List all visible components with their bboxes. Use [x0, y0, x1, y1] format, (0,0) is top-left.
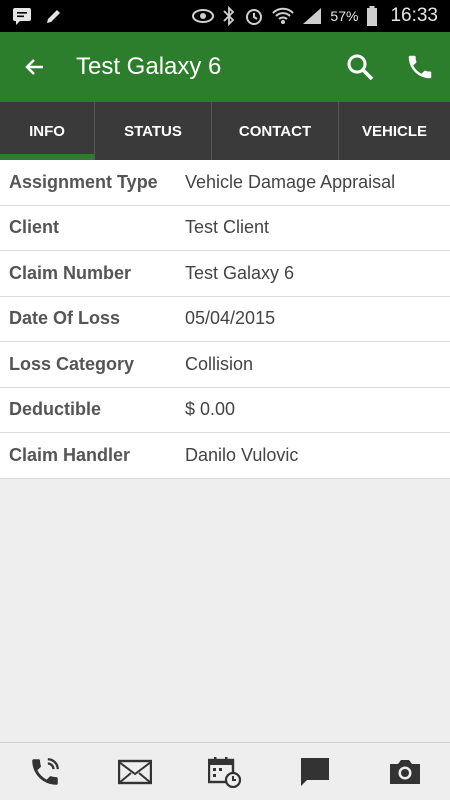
info-value: Collision	[185, 353, 254, 374]
email-action-button[interactable]	[105, 744, 165, 800]
info-row-assignment-type: Assignment Type Vehicle Damage Appraisal	[0, 160, 450, 206]
message-action-button[interactable]	[285, 744, 345, 800]
alarm-icon	[244, 6, 264, 26]
page-title: Test Galaxy 6	[76, 53, 222, 80]
camera-icon	[390, 759, 420, 784]
battery-percent: 57%	[330, 8, 359, 24]
camera-action-button[interactable]	[375, 744, 435, 800]
info-label: Assignment Type	[9, 171, 158, 192]
tab-info[interactable]: INFO	[0, 102, 95, 160]
bottom-action-bar	[0, 742, 450, 800]
search-icon	[347, 54, 374, 81]
email-icon	[118, 759, 152, 784]
wifi-icon	[272, 7, 295, 25]
info-row-claim-number: Claim Number Test Galaxy 6	[0, 251, 450, 297]
arrow-left-icon	[25, 59, 43, 75]
calendar-icon	[208, 756, 242, 788]
search-button[interactable]	[330, 32, 390, 102]
schedule-action-button[interactable]	[195, 744, 255, 800]
tab-contact[interactable]: CONTACT	[212, 102, 339, 160]
tab-bar: INFO STATUS CONTACT VEHICLE	[0, 102, 450, 160]
app-bar: Test Galaxy 6	[0, 32, 450, 102]
info-row-date-of-loss: Date Of Loss 05/04/2015	[0, 297, 450, 342]
info-label: Date Of Loss	[9, 308, 121, 329]
clock: 16:33	[390, 5, 438, 26]
battery-icon	[366, 6, 378, 26]
chat-notification-icon	[12, 6, 32, 26]
info-row-client: Client Test Client	[0, 206, 450, 251]
info-value: $ 0.00	[185, 399, 236, 420]
info-value: Vehicle Damage Appraisal	[185, 171, 396, 192]
call-button[interactable]	[390, 32, 450, 102]
info-value: Test Galaxy 6	[185, 262, 295, 283]
call-action-button[interactable]	[15, 744, 75, 800]
phone-icon	[408, 55, 432, 79]
info-row-claim-handler: Claim Handler Danilo Vulovic	[0, 433, 450, 479]
info-label: Loss Category	[9, 353, 135, 374]
edit-notification-icon	[44, 6, 64, 26]
info-label: Claim Number	[9, 262, 132, 283]
signal-icon	[302, 7, 322, 25]
phone-icon	[32, 757, 59, 785]
tab-status[interactable]: STATUS	[95, 102, 212, 160]
eye-icon	[192, 8, 215, 24]
info-list: Assignment Type Vehicle Damage Appraisal…	[0, 160, 450, 479]
info-label: Claim Handler	[9, 444, 131, 465]
status-bar: 57% 16:33	[0, 0, 450, 32]
bluetooth-icon	[222, 6, 236, 26]
tab-vehicle[interactable]: VEHICLE	[339, 102, 450, 160]
info-value: 05/04/2015	[185, 308, 276, 329]
chat-icon	[301, 757, 329, 786]
info-label: Client	[9, 217, 60, 238]
back-button[interactable]	[0, 32, 70, 102]
info-value: Test Client	[185, 217, 270, 238]
info-row-deductible: Deductible $ 0.00	[0, 388, 450, 433]
info-label: Deductible	[9, 399, 102, 420]
info-value: Danilo Vulovic	[185, 444, 299, 465]
info-row-loss-category: Loss Category Collision	[0, 342, 450, 388]
